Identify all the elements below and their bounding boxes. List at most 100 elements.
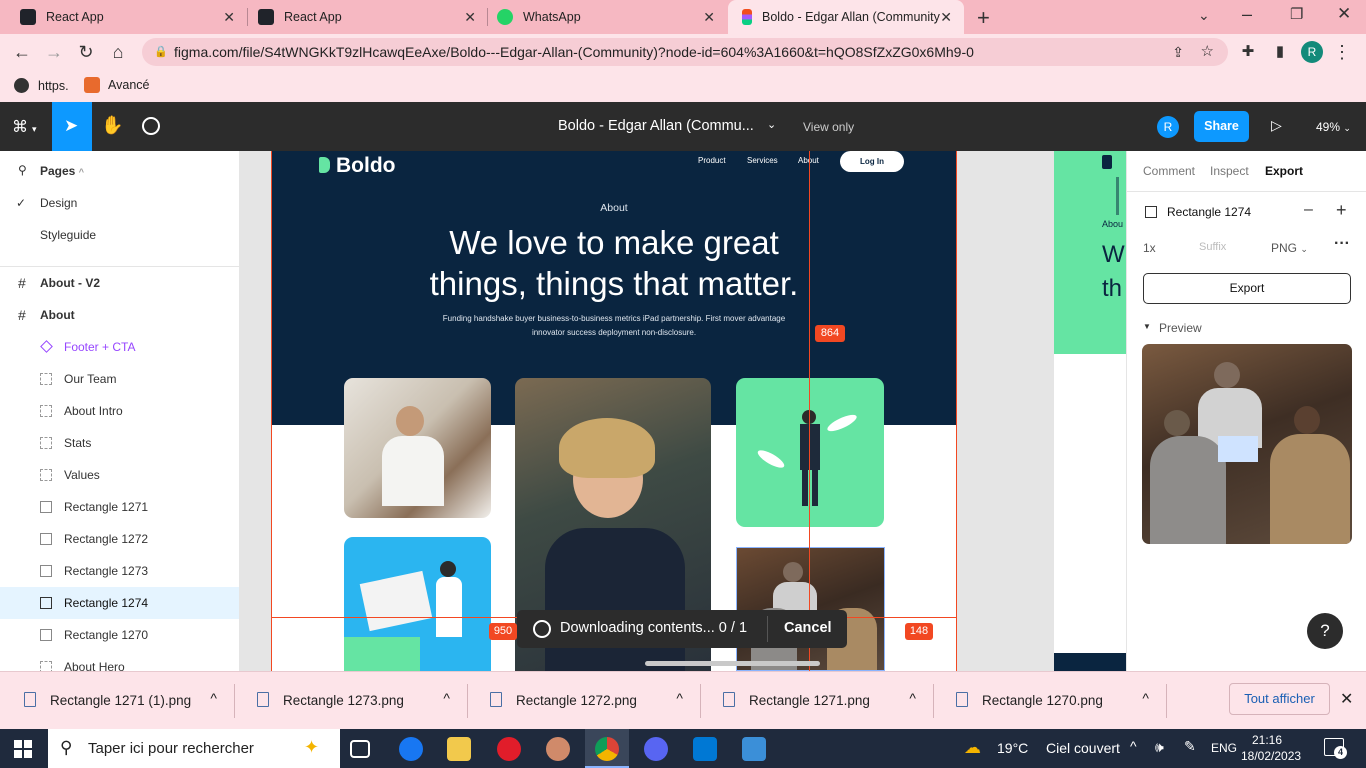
clock-date[interactable]: 18/02/2023 — [1241, 749, 1301, 763]
home-button[interactable]: ⌂ — [106, 40, 130, 64]
close-tab-icon[interactable]: ✕ — [223, 9, 235, 26]
bookmark-star-icon[interactable]: ☆ — [1201, 38, 1214, 66]
download-item[interactable]: Rectangle 1272.png ^ — [468, 672, 701, 730]
cancel-download-button[interactable]: Cancel — [784, 620, 832, 636]
browser-tab[interactable]: React App ✕ — [0, 0, 247, 34]
task-view-icon[interactable] — [350, 740, 370, 758]
figma-menu-icon[interactable]: ⌘ ▾ — [12, 117, 37, 137]
bookmark-item[interactable]: Avancé — [84, 77, 149, 93]
layer-values[interactable]: Values — [0, 459, 239, 491]
rectangle-1272-image[interactable] — [344, 537, 491, 671]
bluetooth-icon[interactable] — [399, 737, 423, 761]
taskbar-chrome-active[interactable] — [585, 729, 629, 768]
side-panel-icon[interactable]: ▮ — [1268, 40, 1292, 64]
restore-button[interactable]: ❐ — [1290, 5, 1303, 23]
page-item-styleguide[interactable]: Styleguide — [40, 228, 96, 242]
browser-tab[interactable]: React App ✕ — [238, 0, 488, 34]
video-editor-icon[interactable] — [742, 737, 766, 761]
layer-our-team[interactable]: Our Team — [0, 363, 239, 395]
address-bar[interactable]: 🔒 figma.com/file/S4tWNGKkT9zlHcawqEeAxe/… — [142, 38, 1228, 66]
lock-icon[interactable]: 🔒 — [154, 38, 168, 66]
show-all-downloads-button[interactable]: Tout afficher — [1229, 683, 1330, 715]
add-export-icon[interactable]: + — [1336, 200, 1347, 221]
share-page-icon[interactable]: ⇪ — [1172, 38, 1184, 66]
export-scale[interactable]: 1x — [1143, 241, 1156, 255]
reload-button[interactable]: ↻ — [74, 40, 98, 64]
tab-search-icon[interactable]: ⌄ — [1198, 7, 1210, 24]
chevron-down-icon[interactable]: ⌄ — [767, 118, 776, 131]
caret-down-icon[interactable]: ▼ — [1143, 322, 1151, 331]
volume-icon[interactable]: 🕪 — [1155, 739, 1164, 756]
layer-stats[interactable]: Stats — [0, 427, 239, 459]
discord-icon[interactable] — [644, 737, 668, 761]
layer-about-intro[interactable]: About Intro — [0, 395, 239, 427]
comment-tool-icon[interactable] — [142, 117, 160, 135]
rectangle-1273-image[interactable] — [736, 378, 884, 527]
windows-start-icon[interactable] — [14, 740, 32, 758]
about-v2-frame[interactable]: Abou W th — [1054, 151, 1126, 671]
paint-icon[interactable] — [546, 737, 570, 761]
weather-icon[interactable]: ☁ — [964, 738, 981, 758]
horizontal-scrollbar[interactable] — [645, 661, 820, 666]
profile-avatar[interactable]: R — [1301, 41, 1323, 63]
export-format-select[interactable]: PNG ⌄ — [1271, 241, 1308, 255]
pen-icon[interactable]: ✎ — [1184, 738, 1196, 755]
page-item-design[interactable]: Design — [40, 196, 77, 210]
tab-inspect[interactable]: Inspect — [1210, 164, 1249, 178]
rectangle-1274-image[interactable] — [736, 547, 885, 671]
close-window-button[interactable]: ✕ — [1337, 4, 1351, 24]
chevron-up-icon[interactable]: ^ — [443, 690, 450, 706]
layer-rectangle-1274[interactable]: Rectangle 1274 — [0, 587, 239, 619]
opera-icon[interactable] — [497, 737, 521, 761]
frame-about[interactable]: About — [40, 308, 75, 322]
new-tab-button[interactable]: + — [977, 5, 990, 31]
layer-rectangle-1270[interactable]: Rectangle 1270 — [0, 619, 239, 651]
figma-canvas[interactable]: Boldo Product Services About Log In Abou… — [240, 151, 1126, 671]
browser-menu-icon[interactable]: ⋮ — [1330, 40, 1354, 64]
minimize-button[interactable]: – — [1242, 4, 1252, 25]
chevron-up-icon[interactable]: ^ — [210, 690, 217, 706]
chevron-up-icon[interactable]: ^ — [909, 690, 916, 706]
extensions-icon[interactable]: ✚ — [1236, 40, 1260, 64]
hand-tool-icon[interactable]: ✋ — [101, 115, 123, 136]
frame-about-v2[interactable]: About - V2 — [40, 276, 100, 290]
layer-footer-cta[interactable]: Footer + CTA — [0, 331, 239, 363]
pages-header[interactable]: Pages ^ — [40, 164, 84, 178]
close-downloads-icon[interactable]: ✕ — [1340, 689, 1353, 709]
taskbar-search-box[interactable]: ⚲ Taper ici pour rechercher ✦ — [48, 729, 340, 768]
chevron-up-icon[interactable]: ^ — [1142, 690, 1149, 706]
notifications-icon[interactable]: 4 — [1324, 738, 1347, 759]
layer-about-hero[interactable]: About Hero — [0, 651, 239, 671]
chevron-up-icon[interactable]: ^ — [676, 690, 683, 706]
download-item[interactable]: Rectangle 1273.png ^ — [235, 672, 468, 730]
download-item[interactable]: Rectangle 1271.png ^ — [701, 672, 934, 730]
vscode-icon[interactable] — [693, 737, 717, 761]
help-button[interactable]: ? — [1307, 613, 1343, 649]
layer-rectangle-1273[interactable]: Rectangle 1273 — [0, 555, 239, 587]
close-tab-icon[interactable]: ✕ — [703, 9, 715, 26]
remove-export-icon[interactable]: – — [1304, 201, 1313, 219]
file-title[interactable]: Boldo - Edgar Allan (Commu... — [558, 118, 754, 134]
close-tab-icon[interactable]: ✕ — [940, 9, 952, 26]
file-explorer-icon[interactable] — [447, 737, 471, 761]
tab-comment[interactable]: Comment — [1143, 164, 1195, 178]
user-avatar[interactable]: R — [1157, 116, 1179, 138]
rectangle-1271-image[interactable] — [344, 378, 491, 518]
share-button[interactable]: Share — [1194, 111, 1249, 142]
suffix-input[interactable]: Suffix — [1197, 235, 1259, 259]
weather-desc[interactable]: Ciel couvert — [1046, 740, 1120, 756]
chevron-up-icon[interactable]: ^ — [1130, 738, 1137, 754]
layer-rectangle-1272[interactable]: Rectangle 1272 — [0, 523, 239, 555]
download-item[interactable]: Rectangle 1270.png ^ — [934, 672, 1167, 730]
bookmark-item[interactable]: https. — [14, 78, 69, 93]
forward-button[interactable]: → — [42, 40, 66, 64]
language-indicator[interactable]: ENG — [1211, 741, 1237, 755]
layer-rectangle-1271[interactable]: Rectangle 1271 — [0, 491, 239, 523]
download-item[interactable]: Rectangle 1271 (1).png ^ — [2, 672, 235, 730]
move-tool-button[interactable]: ➤ — [52, 102, 92, 151]
back-button[interactable]: ← — [10, 40, 34, 64]
tab-export[interactable]: Export — [1265, 164, 1303, 178]
present-play-icon[interactable]: ▷ — [1271, 117, 1282, 134]
close-tab-icon[interactable]: ✕ — [464, 9, 476, 26]
search-icon[interactable]: ⚲ — [18, 163, 27, 177]
